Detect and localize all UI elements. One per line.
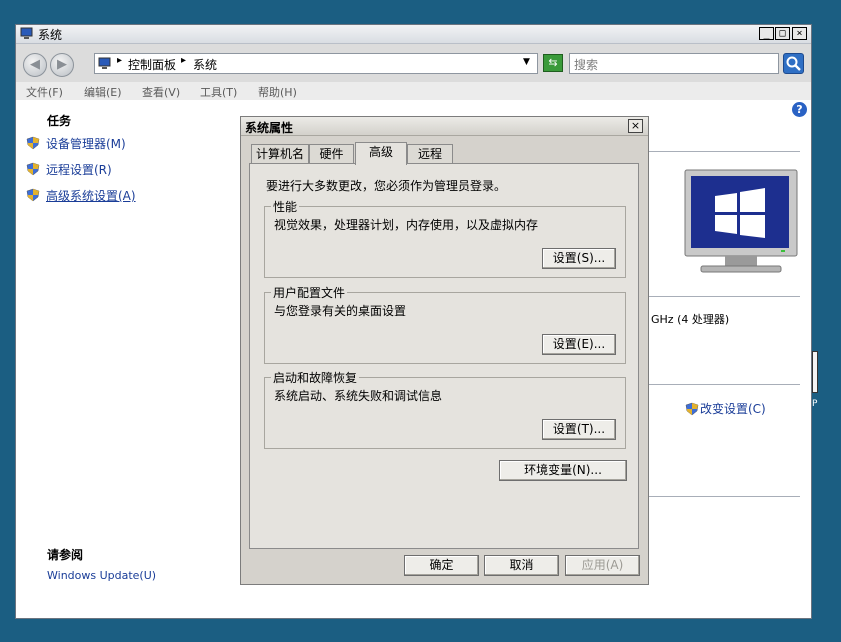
divider — [648, 296, 800, 297]
window-title: 系统 — [38, 28, 63, 42]
maximize-button[interactable]: □ — [775, 27, 790, 40]
startup-recovery-group: 启动和故障恢复 系统启动、系统失败和调试信息 设置(T)... — [264, 369, 626, 449]
change-settings-link[interactable]: 改变设置(C) — [700, 400, 766, 417]
help-icon[interactable]: ? — [792, 102, 807, 117]
dialog-title: 系统属性 — [245, 121, 294, 135]
windows-logo-monitor-icon — [684, 169, 798, 273]
cancel-button[interactable]: 取消 — [484, 555, 559, 576]
group-title: 启动和故障恢复 — [271, 369, 360, 386]
crumb-arrow-icon[interactable]: ▸ — [117, 55, 122, 66]
history-dropdown-icon[interactable]: ▼ — [523, 57, 530, 67]
shield-icon — [685, 402, 699, 416]
group-description: 与您登录有关的桌面设置 — [274, 304, 407, 318]
sidebar-link-device-manager[interactable]: 设备管理器(M) — [46, 135, 126, 152]
back-button[interactable]: ◀ — [23, 53, 47, 77]
clipped-text: P — [812, 399, 818, 409]
group-title: 性能 — [271, 198, 300, 215]
processor-info: GHz (4 处理器) — [651, 313, 730, 326]
minimize-button[interactable]: _ — [759, 27, 774, 40]
windows-update-link[interactable]: Windows Update(U) — [47, 569, 156, 582]
forward-button[interactable]: ▶ — [50, 53, 74, 77]
system-properties-dialog: 系统属性 × 计算机名 硬件 高级 远程 要进行大多数更改，您必须作为管理员登录… — [240, 116, 649, 585]
performance-group: 性能 视觉效果，处理器计划，内存使用，以及虚拟内存 设置(S)... — [264, 198, 626, 278]
search-button[interactable] — [783, 53, 804, 74]
tab-computer-name[interactable]: 计算机名 — [251, 144, 309, 164]
group-title: 用户配置文件 — [271, 284, 348, 301]
search-icon — [786, 56, 801, 71]
group-description: 视觉效果，处理器计划，内存使用，以及虚拟内存 — [274, 218, 539, 232]
user-profiles-group: 用户配置文件 与您登录有关的桌面设置 设置(E)... — [264, 284, 626, 364]
sidebar-link-advanced-settings[interactable]: 高级系统设置(A) — [46, 187, 136, 204]
ok-button[interactable]: 确定 — [404, 555, 479, 576]
divider — [648, 496, 800, 497]
crumb-control-panel[interactable]: 控制面板 — [128, 56, 176, 73]
apply-button[interactable]: 应用(A) — [565, 555, 640, 576]
menu-help[interactable]: 帮助(H) — [258, 84, 297, 100]
admin-note: 要进行大多数更改，您必须作为管理员登录。 — [266, 179, 507, 193]
group-description: 系统启动、系统失败和调试信息 — [274, 389, 443, 403]
dialog-close-button[interactable]: × — [628, 119, 643, 133]
environment-variables-button[interactable]: 环境变量(N)... — [499, 460, 627, 481]
menu-bar: 文件(F) 编辑(E) 查看(V) 工具(T) 帮助(H) — [16, 82, 811, 100]
tab-advanced[interactable]: 高级 — [355, 142, 407, 165]
sidebar-link-remote-settings[interactable]: 远程设置(R) — [46, 161, 112, 178]
address-toolbar: ◀ ▶ ▸ 控制面板 ▸ 系统 ▼ ⇆ 搜索 — [16, 44, 811, 82]
divider — [648, 384, 800, 385]
crumb-system[interactable]: 系统 — [193, 56, 217, 73]
dialog-title-bar: 系统属性 × — [241, 117, 648, 136]
menu-view[interactable]: 查看(V) — [142, 84, 180, 100]
shield-icon — [26, 162, 40, 176]
user-profiles-settings-button[interactable]: 设置(E)... — [542, 334, 616, 355]
system-icon — [20, 27, 33, 39]
title-bar: 系统 _ □ × — [16, 25, 811, 44]
clipped-window-edge — [812, 351, 818, 393]
advanced-tab-panel: 要进行大多数更改，您必须作为管理员登录。 性能 视觉效果，处理器计划，内存使用，… — [249, 163, 639, 549]
tasks-heading: 任务 — [47, 114, 72, 128]
tab-remote[interactable]: 远程 — [407, 144, 453, 164]
crumb-arrow-icon[interactable]: ▸ — [181, 55, 186, 66]
search-input[interactable]: 搜索 — [569, 53, 779, 74]
shield-icon — [26, 136, 40, 150]
control-panel-icon — [98, 57, 111, 69]
menu-edit[interactable]: 编辑(E) — [84, 84, 122, 100]
refresh-button[interactable]: ⇆ — [543, 54, 563, 72]
startup-recovery-settings-button[interactable]: 设置(T)... — [542, 419, 616, 440]
tab-hardware[interactable]: 硬件 — [309, 144, 354, 164]
shield-icon — [26, 188, 40, 202]
see-also-heading: 请参阅 — [47, 548, 84, 562]
divider — [648, 151, 800, 152]
performance-settings-button[interactable]: 设置(S)... — [542, 248, 616, 269]
address-box[interactable]: ▸ 控制面板 ▸ 系统 ▼ — [94, 53, 538, 74]
menu-tools[interactable]: 工具(T) — [200, 84, 237, 100]
menu-file[interactable]: 文件(F) — [26, 84, 63, 100]
close-button[interactable]: × — [792, 27, 807, 40]
